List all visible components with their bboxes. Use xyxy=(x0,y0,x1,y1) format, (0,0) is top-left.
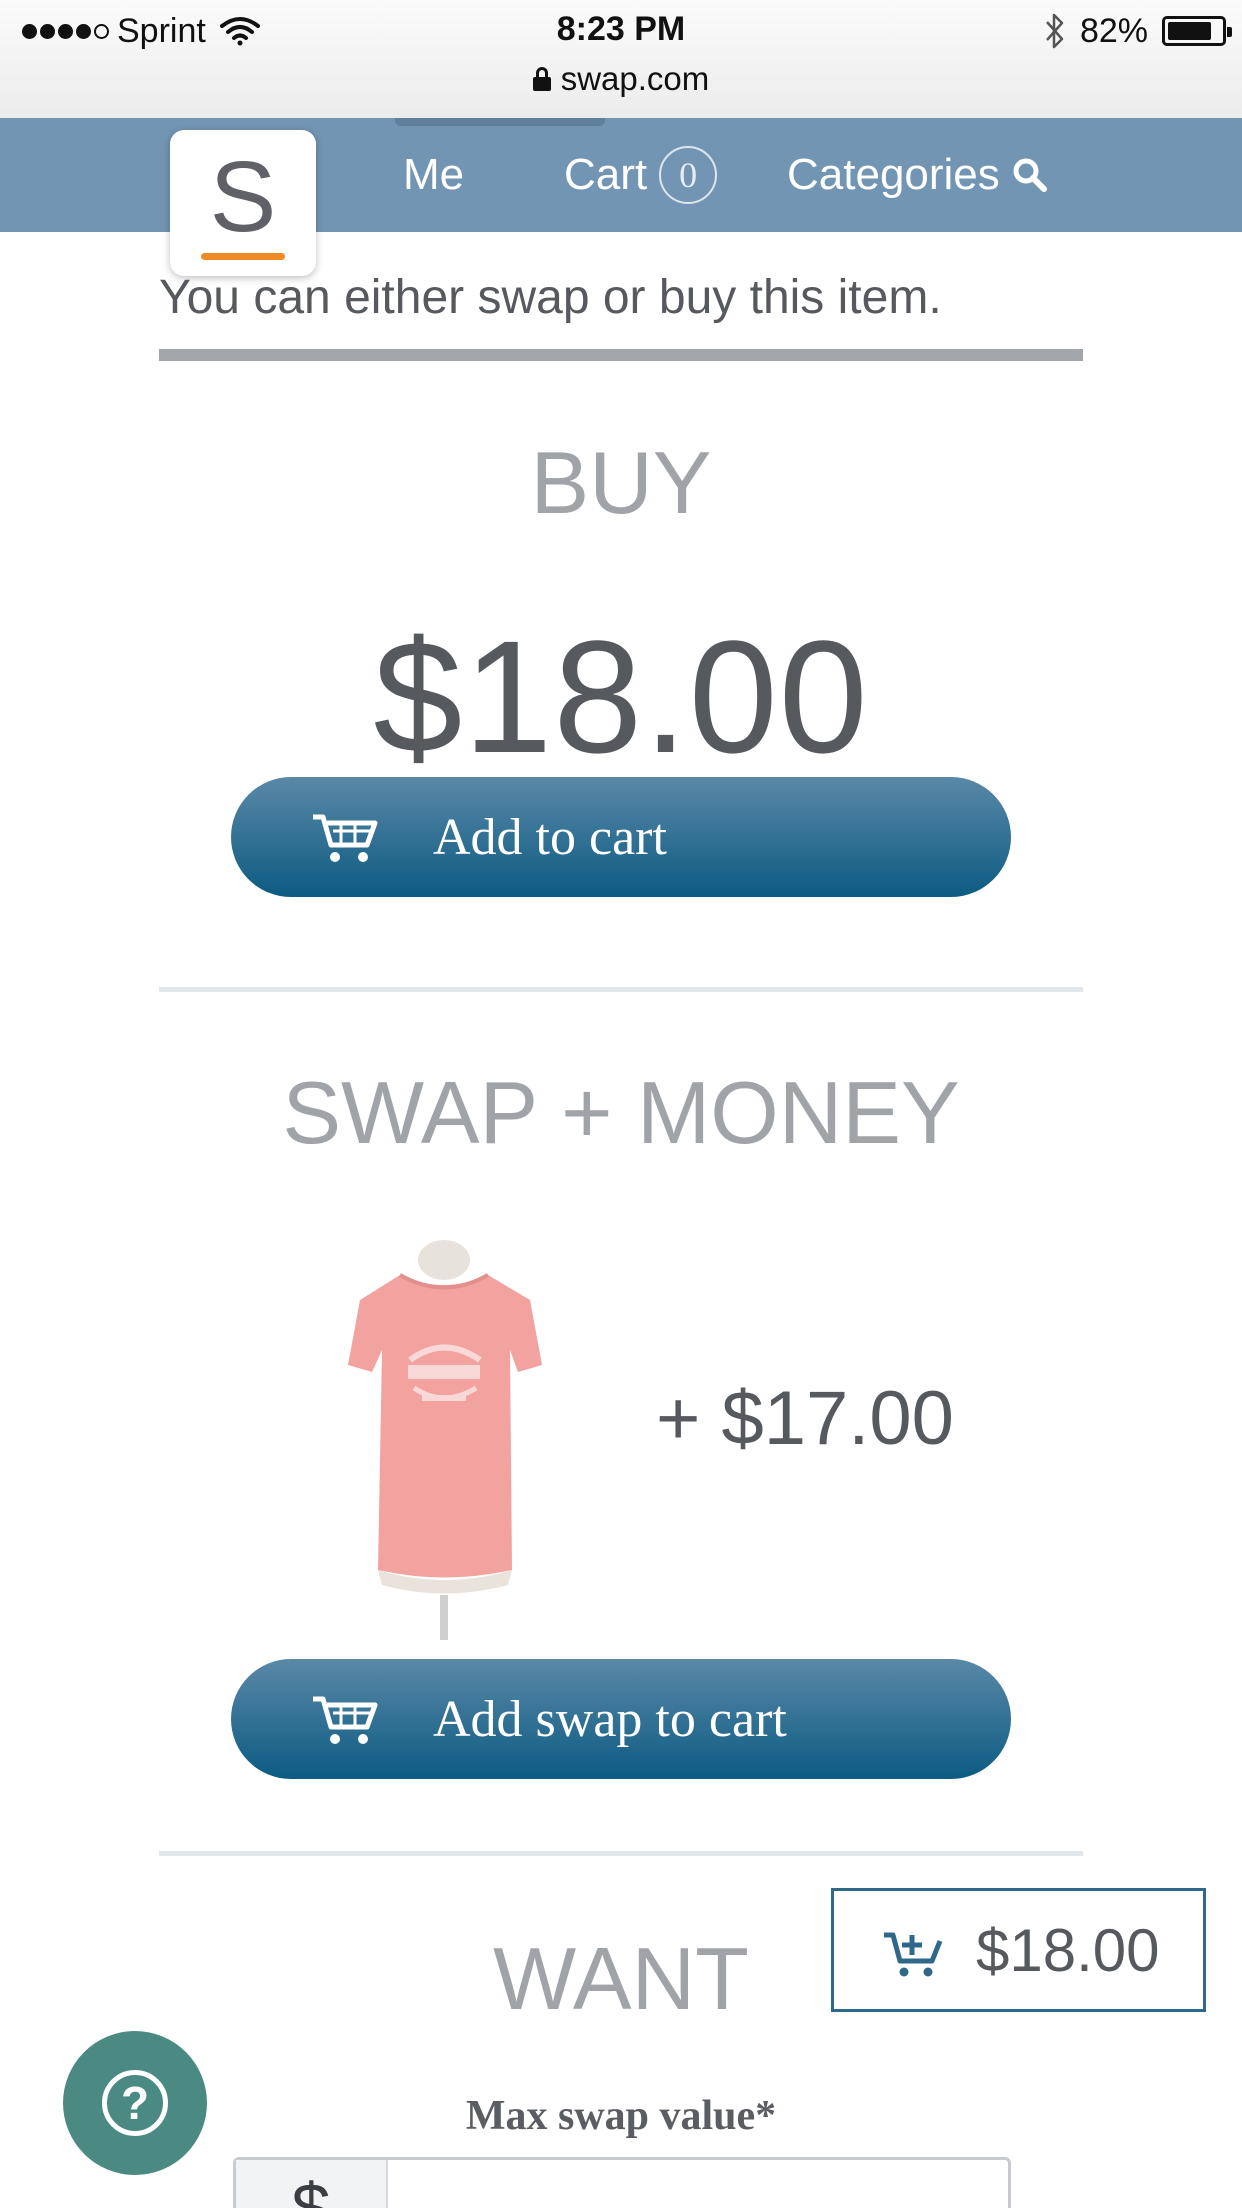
battery-percent: 82% xyxy=(1079,11,1148,50)
floating-price: $18.00 xyxy=(976,1916,1160,1984)
currency-prefix: $ xyxy=(236,2160,388,2208)
nav-categories-label: Categories xyxy=(787,150,1000,199)
max-swap-value-input[interactable]: $ xyxy=(233,2157,1011,2208)
site-logo[interactable]: S xyxy=(170,130,316,276)
swap-item-image[interactable] xyxy=(330,1240,560,1640)
status-bar: Sprint 8:23 PM 82% swap.com xyxy=(0,0,1242,118)
bluetooth-icon xyxy=(1046,13,1064,49)
buy-section-title: BUY xyxy=(530,433,712,532)
url-bar[interactable]: swap.com xyxy=(0,60,1242,98)
max-swap-value-label: Max swap value* xyxy=(465,2093,777,2139)
url-text: swap.com xyxy=(560,60,710,97)
cart-icon xyxy=(313,1696,378,1744)
nav-me-link[interactable]: Me xyxy=(403,118,464,232)
floating-add-to-cart[interactable]: $18.00 xyxy=(831,1888,1206,2012)
add-to-cart-label: Add to cart xyxy=(433,808,667,866)
add-swap-to-cart-label: Add swap to cart xyxy=(433,1690,787,1748)
cart-icon xyxy=(313,814,378,862)
section-divider xyxy=(159,987,1083,992)
add-swap-to-cart-button[interactable]: Add swap to cart xyxy=(231,1659,1011,1779)
buy-price: $18.00 xyxy=(373,607,869,786)
logo-letter: S xyxy=(209,140,277,253)
battery-icon xyxy=(1162,16,1232,46)
nav-cart-label: Cart xyxy=(564,150,648,199)
add-to-cart-button[interactable]: Add to cart xyxy=(231,777,1011,897)
intro-text: You can either swap or buy this item. xyxy=(159,271,942,324)
logo-underline xyxy=(201,252,285,260)
nav-categories-link[interactable]: Categories xyxy=(787,118,1048,232)
swap-money-section-title: SWAP + MONEY xyxy=(282,1063,960,1162)
search-icon xyxy=(1013,158,1047,192)
swap-extra-price: + $17.00 xyxy=(656,1376,954,1461)
status-right: 82% xyxy=(1044,10,1232,52)
cart-plus-icon xyxy=(884,1932,943,1977)
nav-cart-link[interactable]: Cart 0 xyxy=(564,118,718,232)
cart-count-badge: 0 xyxy=(659,146,718,204)
lock-icon xyxy=(532,67,551,91)
section-divider xyxy=(159,1851,1083,1856)
intro-divider xyxy=(159,349,1083,361)
